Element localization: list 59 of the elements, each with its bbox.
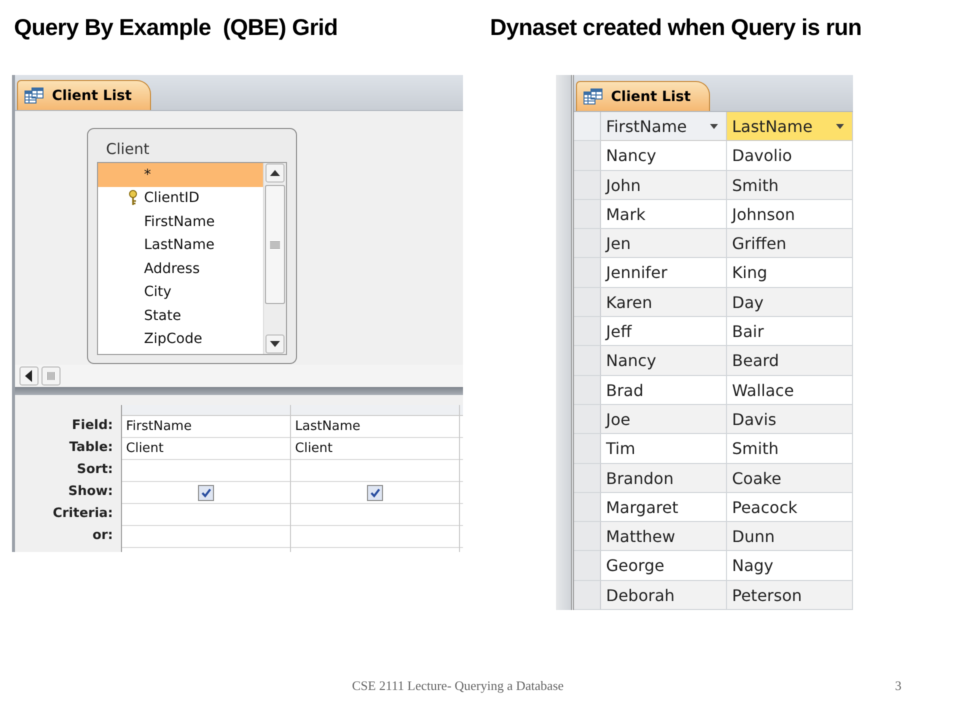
field-list-item[interactable]: City (98, 280, 263, 304)
table-cell: King (727, 258, 853, 288)
table-cell: Matthew (601, 522, 727, 552)
field-list-item[interactable]: Address (98, 257, 263, 280)
page-number: 3 (895, 678, 902, 694)
slide-heading: Query By Example (QBE) Grid (14, 14, 339, 40)
document-tab[interactable]: Client List (576, 81, 710, 112)
footer-text: CSE 2111 Lecture- Querying a Database (352, 678, 564, 694)
table-cell: Bair (727, 317, 853, 346)
table-cell: Nancy (601, 346, 727, 376)
slide-heading: Dynaset created when Query is run (490, 14, 862, 40)
table-cell: Jennifer (601, 258, 727, 288)
field-list-item[interactable]: ZipCode (98, 328, 263, 351)
grid-cell[interactable]: Client (291, 438, 459, 460)
table-cell: Karen (601, 288, 727, 318)
table-cell: Johnson (727, 200, 853, 230)
table-cell: Brandon (601, 464, 727, 493)
table-cell: Brad (601, 376, 727, 405)
grid-cell[interactable]: Client (122, 438, 290, 460)
table-cell: George (601, 551, 727, 581)
table-cell: Davolio (727, 141, 853, 171)
field-list-item[interactable]: LastName (98, 234, 263, 257)
table-cell: Joe (601, 404, 727, 434)
table-cell: Day (727, 288, 853, 318)
table-cell: Peterson (727, 580, 853, 610)
row-label: Field: (70, 417, 114, 435)
table-cell: Wallace (727, 376, 853, 405)
row-label: Criteria: (52, 505, 114, 523)
grid-cell[interactable]: FirstName (122, 416, 290, 438)
grid-cell[interactable]: LastName (291, 416, 459, 438)
table-cell: Peacock (727, 492, 853, 522)
row-label: or: (91, 527, 114, 545)
table-cell: Deborah (601, 580, 727, 610)
table-cell: Tim (601, 434, 727, 464)
table-cell: Nagy (727, 551, 853, 581)
field-list-item[interactable]: FirstName (98, 210, 263, 234)
field-list-item[interactable]: * (98, 163, 263, 186)
table-cell: Smith (727, 170, 853, 200)
table-cell: Mark (601, 200, 727, 230)
table-cell: Griffen (727, 229, 853, 258)
table-cell: Dunn (727, 522, 853, 552)
field-list-item[interactable]: State (98, 304, 263, 328)
document-tab[interactable]: Client List (17, 80, 151, 110)
table-cell: Smith (727, 434, 853, 464)
table-cell: Jen (601, 229, 727, 258)
column-header[interactable]: FirstName (601, 112, 727, 142)
table-cell: Davis (727, 404, 853, 434)
table-cell: Coake (727, 464, 853, 493)
row-label: Sort: (76, 461, 114, 479)
field-list-item[interactable]: ClientID (98, 186, 263, 210)
column-header[interactable]: LastName (727, 112, 853, 142)
row-label: Show: (67, 483, 114, 501)
table-cell: Beard (727, 346, 853, 376)
table-cell: John (601, 170, 727, 200)
table-cell: Jeff (601, 317, 727, 346)
row-label: Table: (68, 439, 114, 457)
table-cell: Margaret (601, 492, 727, 522)
field-list-title: Client (105, 139, 150, 160)
table-cell: Nancy (601, 141, 727, 171)
